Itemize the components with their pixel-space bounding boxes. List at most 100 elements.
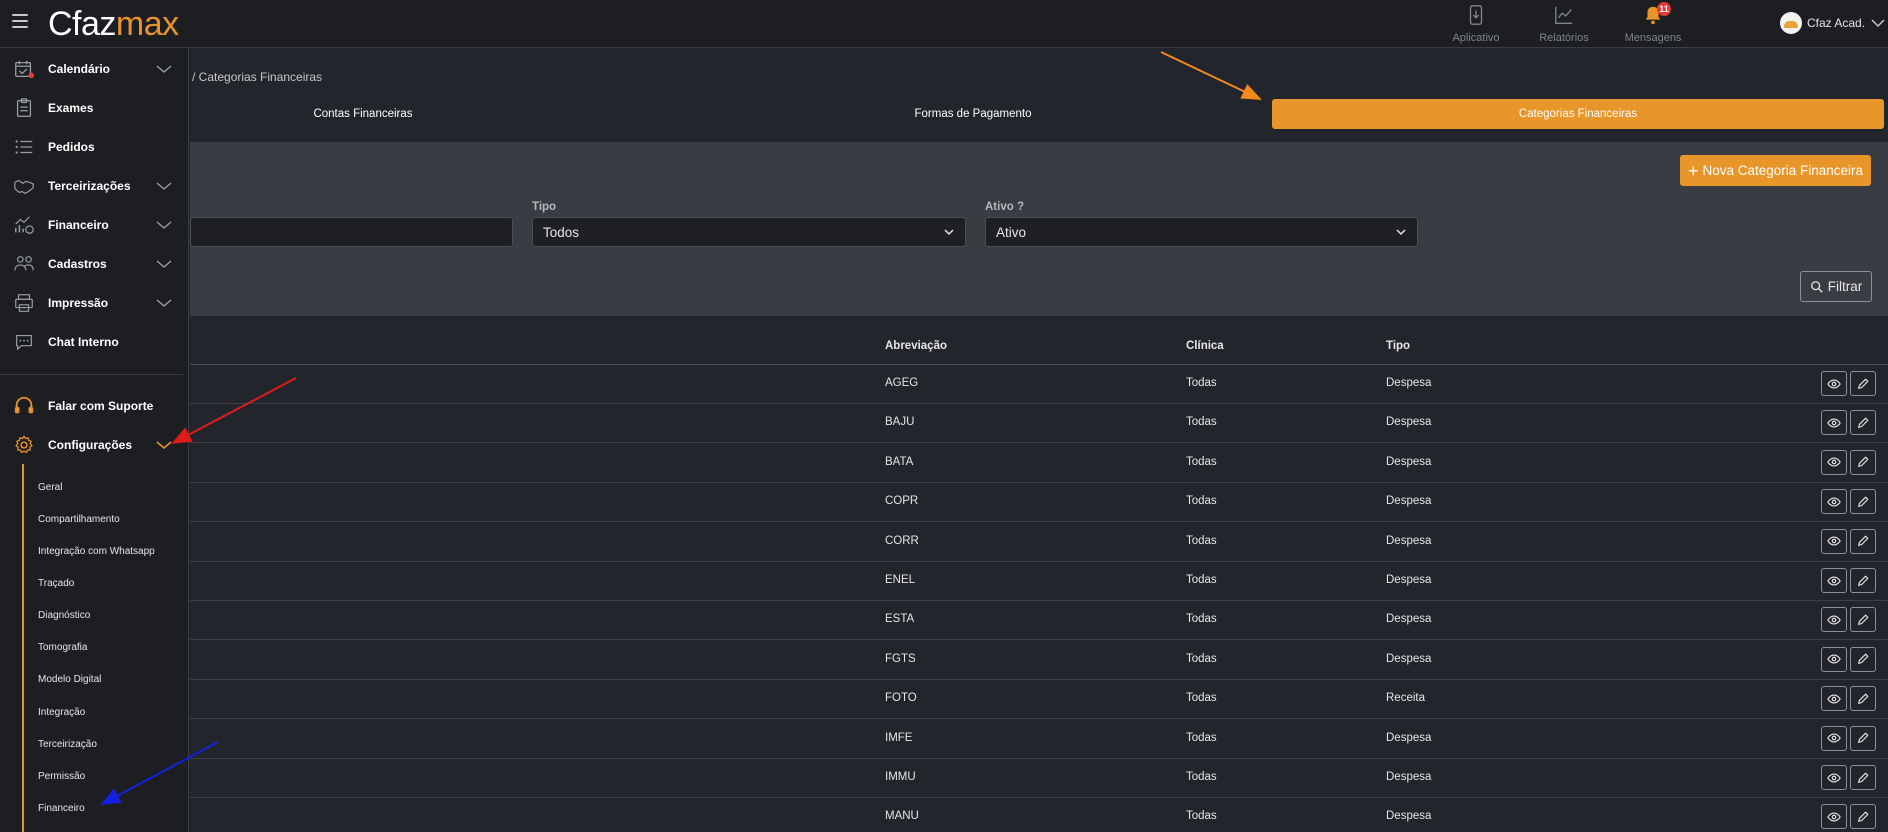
cell-abreviacao: ESTA bbox=[885, 613, 915, 626]
edit-button[interactable] bbox=[1850, 646, 1876, 672]
table-row[interactable]: ESTA Todas Despesa bbox=[190, 601, 1888, 641]
sidebar-item-suporte[interactable]: Falar com Suporte bbox=[0, 388, 189, 424]
tab-formas-de-pagamento[interactable]: Formas de Pagamento bbox=[800, 99, 1146, 129]
ativo-label: Ativo ? bbox=[985, 201, 1024, 213]
view-button[interactable] bbox=[1821, 528, 1847, 554]
menu-icon[interactable] bbox=[12, 14, 28, 28]
view-button[interactable] bbox=[1821, 765, 1847, 790]
sidebar-divider bbox=[0, 374, 183, 375]
view-button[interactable] bbox=[1821, 568, 1847, 593]
submenu-item-integracao[interactable]: Integração bbox=[38, 707, 85, 718]
table-row[interactable]: COPR Todas Despesa bbox=[190, 483, 1888, 523]
sidebar-item-configuracoes[interactable]: Configurações bbox=[0, 427, 189, 463]
sidebar-item-label: Pedidos bbox=[48, 140, 95, 154]
submenu-item-tracado[interactable]: Traçado bbox=[38, 578, 74, 589]
sidebar-item-label: Impressão bbox=[48, 296, 109, 310]
cell-clinica: Todas bbox=[1186, 574, 1217, 586]
edit-button[interactable] bbox=[1850, 765, 1876, 790]
view-button[interactable] bbox=[1821, 449, 1847, 475]
submenu-item-terceirizacao[interactable]: Terceirização bbox=[38, 739, 97, 750]
sidebar-item-exames[interactable]: Exames bbox=[0, 90, 189, 126]
cell-clinica: Todas bbox=[1186, 416, 1217, 429]
tab-categorias-financeiras[interactable]: Categorias Financeiras bbox=[1272, 99, 1884, 129]
cell-tipo: Receita bbox=[1386, 692, 1425, 705]
user-menu[interactable]: Cfaz Acad. bbox=[1780, 12, 1886, 34]
new-category-button-label: Nova Categoria Financeira bbox=[1702, 163, 1864, 178]
tipo-select[interactable]: Todos bbox=[532, 217, 966, 247]
chat-icon bbox=[13, 331, 35, 353]
edit-button[interactable] bbox=[1850, 489, 1876, 515]
user-name: Cfaz Acad. bbox=[1807, 16, 1866, 30]
pencil-icon bbox=[1858, 575, 1869, 586]
edit-button[interactable] bbox=[1850, 528, 1876, 554]
table-row[interactable]: IMMU Todas Despesa bbox=[190, 759, 1888, 798]
cell-clinica: Todas bbox=[1186, 534, 1217, 547]
column-header-clinica[interactable]: Clínica bbox=[1186, 340, 1224, 352]
nav-aplicativo[interactable]: Aplicativo bbox=[1436, 4, 1516, 44]
nav-mensagens[interactable]: 11 Mensagens bbox=[1613, 2, 1693, 44]
filter-button[interactable]: Filtrar bbox=[1800, 271, 1872, 302]
submenu-item-permissao[interactable]: Permissão bbox=[38, 771, 85, 782]
column-header-tipo[interactable]: Tipo bbox=[1386, 340, 1410, 352]
view-button[interactable] bbox=[1821, 646, 1847, 672]
sidebar-item-calendario[interactable]: Calendário bbox=[0, 51, 189, 87]
edit-button[interactable] bbox=[1850, 804, 1876, 830]
tab-contas-financeiras[interactable]: Contas Financeiras bbox=[190, 99, 536, 129]
cell-abreviacao: BAJU bbox=[885, 416, 915, 429]
view-button[interactable] bbox=[1821, 410, 1847, 436]
table-row[interactable]: MANU Todas Despesa bbox=[190, 798, 1888, 832]
sidebar-item-label: Chat Interno bbox=[48, 335, 119, 349]
cell-tipo: Despesa bbox=[1386, 810, 1432, 823]
view-button[interactable] bbox=[1821, 607, 1847, 633]
edit-button[interactable] bbox=[1850, 371, 1876, 396]
sidebar-item-impressao[interactable]: Impressão bbox=[0, 285, 189, 321]
sidebar-item-cadastros[interactable]: Cadastros bbox=[0, 246, 189, 282]
submenu-item-integracao-whatsapp[interactable]: Integração com Whatsapp bbox=[38, 546, 155, 557]
ativo-select[interactable]: Ativo bbox=[985, 217, 1418, 247]
sidebar-item-chat-interno[interactable]: Chat Interno bbox=[0, 324, 189, 360]
name-filter-input[interactable] bbox=[190, 217, 513, 247]
submenu-item-geral[interactable]: Geral bbox=[38, 482, 62, 493]
submenu-item-tomografia[interactable]: Tomografia bbox=[38, 642, 87, 653]
avatar bbox=[1780, 12, 1802, 34]
column-header-abreviacao[interactable]: Abreviação bbox=[885, 340, 947, 352]
edit-button[interactable] bbox=[1850, 568, 1876, 593]
submenu-item-compartilhamento[interactable]: Compartilhamento bbox=[38, 514, 120, 525]
table-row[interactable]: ENEL Todas Despesa bbox=[190, 562, 1888, 601]
app-logo[interactable]: Cfazmax bbox=[48, 4, 179, 44]
table-row[interactable]: BAJU Todas Despesa bbox=[190, 404, 1888, 444]
sidebar: Calendário Exames Pedidos Terceirizações… bbox=[0, 48, 189, 832]
cell-tipo: Despesa bbox=[1386, 534, 1432, 547]
new-category-button[interactable]: + Nova Categoria Financeira bbox=[1680, 155, 1871, 186]
view-button[interactable] bbox=[1821, 686, 1847, 712]
edit-button[interactable] bbox=[1850, 449, 1876, 475]
cell-clinica: Todas bbox=[1186, 613, 1217, 626]
edit-button[interactable] bbox=[1850, 686, 1876, 712]
edit-button[interactable] bbox=[1850, 410, 1876, 436]
submenu-item-diagnostico[interactable]: Diagnóstico bbox=[38, 610, 90, 621]
nav-relatorios[interactable]: Relatórios bbox=[1524, 4, 1604, 44]
table-row[interactable]: FOTO Todas Receita bbox=[190, 680, 1888, 720]
chevron-down-icon bbox=[156, 299, 172, 307]
eye-icon bbox=[1827, 654, 1841, 664]
sidebar-item-pedidos[interactable]: Pedidos bbox=[0, 129, 189, 165]
view-button[interactable] bbox=[1821, 725, 1847, 751]
sidebar-item-terceirizacoes[interactable]: Terceirizações bbox=[0, 168, 189, 204]
sidebar-item-financeiro[interactable]: Financeiro bbox=[0, 207, 189, 243]
view-button[interactable] bbox=[1821, 804, 1847, 830]
view-button[interactable] bbox=[1821, 371, 1847, 396]
submenu-item-modelo-digital[interactable]: Modelo Digital bbox=[38, 674, 101, 685]
orange-arrow bbox=[1160, 51, 1262, 100]
table-row[interactable]: CORR Todas Despesa bbox=[190, 523, 1888, 562]
submenu-item-financeiro[interactable]: Financeiro bbox=[38, 803, 85, 814]
edit-button[interactable] bbox=[1850, 725, 1876, 751]
gear-icon bbox=[13, 434, 35, 456]
view-button[interactable] bbox=[1821, 489, 1847, 515]
table-row[interactable]: FGTS Todas Despesa bbox=[190, 641, 1888, 680]
pencil-icon bbox=[1858, 496, 1869, 507]
edit-button[interactable] bbox=[1850, 607, 1876, 633]
table-row[interactable]: IMFE Todas Despesa bbox=[190, 720, 1888, 759]
table-row[interactable]: BATA Todas Despesa bbox=[190, 444, 1888, 483]
cell-clinica: Todas bbox=[1186, 731, 1217, 744]
table-row[interactable]: AGEG Todas Despesa bbox=[190, 365, 1888, 404]
